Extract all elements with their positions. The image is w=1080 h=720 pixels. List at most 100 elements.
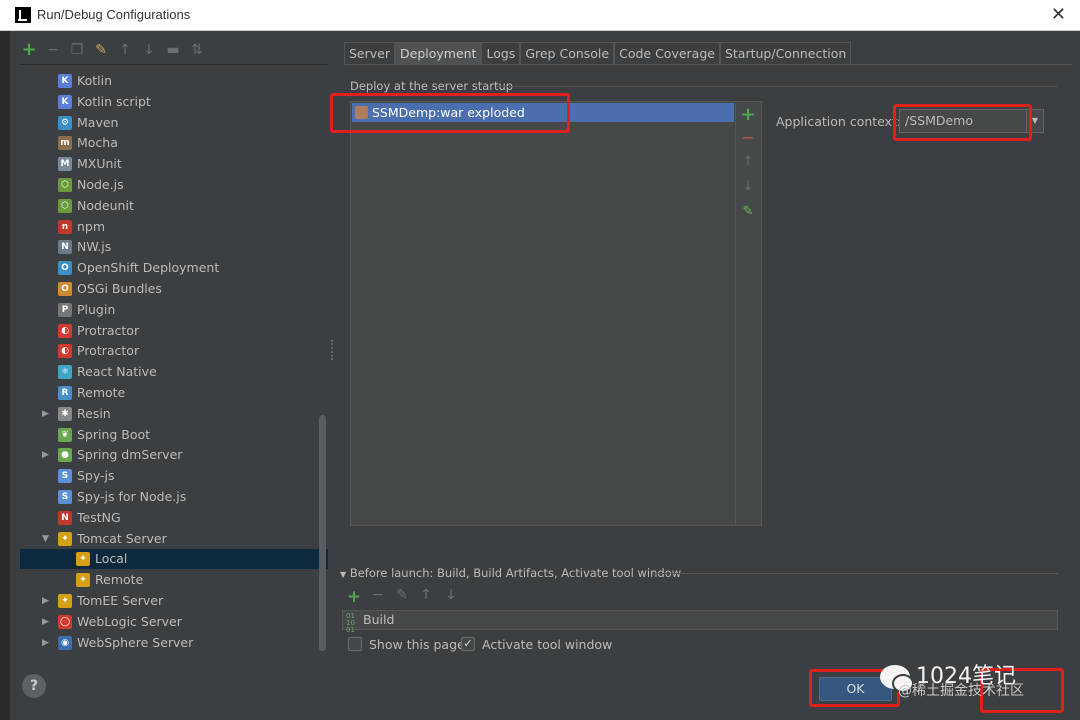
sort-icon[interactable]: ⇅ [188, 41, 206, 59]
close-icon[interactable]: ✕ [1051, 4, 1066, 25]
tomcat-icon: ✦ [76, 552, 90, 567]
tab-logs[interactable]: Logs [481, 42, 521, 64]
tree-item-websphere-server[interactable]: ▶ ◉ WebSphere Server [20, 633, 328, 653]
tree-item-openshift-deployment[interactable]: O OpenShift Deployment [20, 258, 328, 278]
tree-item-label: Spy-js [77, 468, 115, 484]
move-down-icon[interactable]: ↓ [738, 179, 758, 194]
tree-item-spring-dmserver[interactable]: ▶ ● Spring dmServer [20, 445, 328, 465]
panel-splitter[interactable] [331, 340, 335, 360]
config-toolbar: + − ❐ ✎ ↑ ↓ ▬ ⇅ [20, 38, 206, 62]
nodeunit-icon: ⬡ [58, 198, 72, 213]
wrench-icon[interactable]: ✎ [92, 41, 110, 59]
show-this-page-label: Show this page [369, 637, 465, 652]
tree-item-kotlin-script[interactable]: K Kotlin script [20, 92, 328, 112]
chevron-right-icon[interactable]: ▶ [42, 404, 52, 424]
mxunit-icon: M [58, 157, 72, 172]
tree-item-kotlin[interactable]: K Kotlin [20, 71, 328, 91]
watermark-sub: @稀土掘金技术社区 [898, 683, 1024, 699]
tree-item-protractor[interactable]: ◐ Protractor [20, 341, 328, 361]
tree-item-label: Kotlin script [77, 93, 151, 109]
arrow-up-icon[interactable]: ↑ [116, 41, 134, 59]
folder-icon[interactable]: ▬ [164, 41, 182, 59]
tree-item-maven[interactable]: ⚙ Maven [20, 113, 328, 133]
tab-grep-console[interactable]: Grep Console [520, 42, 615, 64]
tree-item-label: Tomcat Server [77, 530, 167, 546]
background-window-strip [0, 31, 10, 720]
remove-task-icon[interactable]: − [369, 587, 387, 603]
plus-icon[interactable]: + [20, 41, 38, 59]
task-down-icon[interactable]: ↓ [442, 587, 460, 603]
tomcat-icon: ✦ [76, 573, 90, 588]
task-up-icon[interactable]: ↑ [417, 587, 435, 603]
chevron-down-icon[interactable]: ▼ [42, 529, 52, 549]
tree-item-plugin[interactable]: P Plugin [20, 300, 328, 320]
tree-item-tomcat-server[interactable]: ▼ ✦ Tomcat Server [20, 529, 328, 549]
config-tabs: Server Deployment Logs Grep Console Code Cov… [344, 42, 852, 64]
tab-deployment[interactable]: Deployment [395, 42, 482, 64]
tree-item-remote[interactable]: ✦ Remote [20, 570, 328, 590]
tree-item-mxunit[interactable]: M MXUnit [20, 154, 328, 174]
tree-item-label: Spring dmServer [77, 447, 183, 463]
tree-item-label: Nodeunit [77, 197, 134, 213]
tree-item-npm[interactable]: n npm [20, 217, 328, 237]
tree-item-label: Spy-js for Node.js [77, 489, 187, 504]
tree-item-node-js[interactable]: ⬡ Node.js [20, 175, 328, 195]
help-button[interactable]: ? [22, 674, 46, 698]
copy-icon[interactable]: ❐ [68, 41, 86, 59]
tree-item-spy-js[interactable]: S Spy-js [20, 466, 328, 486]
tree-item-resin[interactable]: ▶ ✱ Resin [20, 404, 328, 424]
window-title: Run/Debug Configurations [37, 7, 191, 22]
remove-artifact-icon[interactable]: − [738, 128, 758, 147]
tree-item-label: Mocha [77, 135, 118, 151]
tab-startup-connection[interactable]: Startup/Connection [719, 42, 852, 64]
remote-icon: R [58, 386, 72, 400]
artifact-label: SSMDemp:war exploded [372, 105, 525, 120]
add-artifact-icon[interactable]: + [738, 104, 758, 125]
tree-item-spring-boot[interactable]: ❦ Spring Boot [20, 425, 328, 445]
tree-item-weblogic-server[interactable]: ▶ ◯ WebLogic Server [20, 612, 328, 632]
show-this-page-checkbox[interactable] [348, 637, 362, 651]
tree-item-protractor[interactable]: ◐ Protractor [20, 321, 328, 341]
add-task-icon[interactable]: + [345, 587, 363, 607]
edit-task-icon[interactable]: ✎ [393, 587, 411, 603]
tree-item-nw-js[interactable]: N NW.js [20, 237, 328, 257]
tab-code-coverage[interactable]: Code Coverage [614, 42, 720, 64]
tree-item-local[interactable]: ✦ Local [20, 549, 328, 570]
tree-item-tomee-server[interactable]: ▶ ✦ TomEE Server [20, 591, 328, 611]
tomcat-icon: ✦ [58, 531, 72, 546]
move-up-icon[interactable]: ↑ [738, 154, 758, 169]
deploy-artifact-row[interactable]: SSMDemp:war exploded [352, 103, 734, 122]
tree-item-react-native[interactable]: ⚛ React Native [20, 362, 328, 382]
tab-server[interactable]: Server [344, 42, 395, 64]
build-task-label: Build [363, 612, 395, 627]
activate-tool-window-checkbox[interactable]: ✓ [461, 637, 475, 651]
tree-item-label: Protractor [77, 343, 140, 359]
tree-item-label: Protractor [77, 322, 140, 338]
tree-item-osgi-bundles[interactable]: O OSGi Bundles [20, 279, 328, 299]
tree-item-nodeunit[interactable]: ⬡ Nodeunit [20, 196, 328, 216]
arrow-down-icon[interactable]: ↓ [140, 41, 158, 59]
chevron-right-icon[interactable]: ▶ [42, 612, 52, 632]
chevron-right-icon[interactable]: ▶ [42, 633, 52, 653]
tree-item-label: Plugin [77, 301, 116, 317]
build-task-row[interactable]: 01 10 01 Build [342, 610, 1058, 634]
application-context-input[interactable]: /SSMDemo [899, 109, 1044, 133]
weblogic-icon: ◯ [58, 614, 72, 629]
tree-item-mocha[interactable]: m Mocha [20, 133, 328, 153]
intellij-logo-icon [15, 7, 31, 23]
openshift-icon: O [58, 261, 72, 276]
before-launch-header[interactable]: ▼ Before launch: Build, Build Artifacts,… [340, 566, 681, 580]
tree-item-label: MXUnit [77, 156, 122, 172]
tree-item-testng[interactable]: N TestNG [20, 508, 328, 528]
chevron-right-icon[interactable]: ▶ [42, 445, 52, 465]
maven-icon: ⚙ [58, 115, 72, 130]
tree-item-label: WebLogic Server [77, 613, 182, 629]
tree-item-remote[interactable]: R Remote [20, 383, 328, 403]
edit-pencil-icon[interactable]: ✎ [738, 204, 758, 219]
minus-icon[interactable]: − [44, 41, 62, 59]
chevron-right-icon[interactable]: ▶ [42, 591, 52, 611]
artifact-icon [355, 106, 368, 119]
tree-item-spy-js-for-node-js[interactable]: S Spy-js for Node.js [20, 487, 328, 507]
tree-scrollbar-thumb[interactable] [319, 415, 326, 651]
chevron-down-icon[interactable]: ▼ [1026, 110, 1043, 132]
